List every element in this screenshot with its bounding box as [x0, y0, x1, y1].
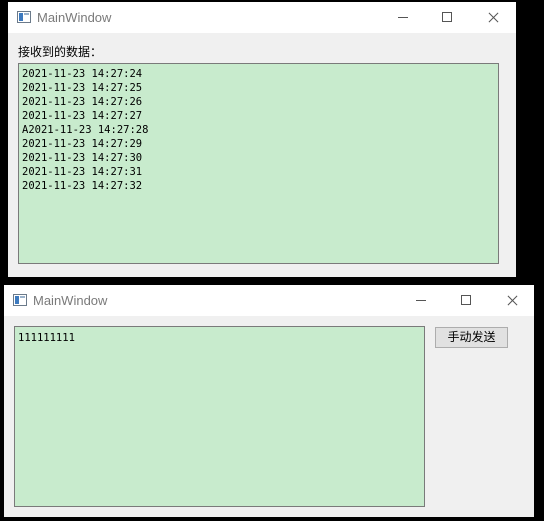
received-line: 2021-11-23 14:27:24: [22, 68, 143, 80]
window-title: MainWindow: [33, 293, 108, 308]
maximize-icon: [442, 12, 452, 22]
minimize-button[interactable]: [398, 285, 444, 316]
received-line: A2021-11-23 14:27:28: [22, 124, 149, 136]
close-icon: [489, 285, 535, 316]
minimize-icon: [416, 300, 426, 301]
maximize-button[interactable]: [424, 2, 470, 33]
minimize-icon: [398, 17, 408, 18]
title-bar[interactable]: MainWindow: [8, 2, 516, 33]
minimize-button[interactable]: [380, 2, 426, 33]
send-text-input[interactable]: 111111111: [14, 326, 425, 507]
title-bar[interactable]: MainWindow: [4, 285, 534, 316]
app-window-icon: [13, 294, 27, 306]
close-icon: [470, 2, 516, 33]
manual-send-button[interactable]: 手动发送: [435, 327, 508, 348]
main-window-receive: MainWindow 接收到的数据： 2021-11-23 14:27:24 2…: [8, 2, 516, 277]
received-line: 2021-11-23 14:27:31: [22, 166, 143, 178]
maximize-button[interactable]: [443, 285, 489, 316]
received-line: 2021-11-23 14:27:30: [22, 152, 143, 164]
received-data-textbox[interactable]: 2021-11-23 14:27:24 2021-11-23 14:27:25 …: [18, 63, 499, 264]
app-window-icon: [17, 11, 31, 23]
close-button[interactable]: [489, 285, 535, 316]
received-line: 2021-11-23 14:27:26: [22, 96, 143, 108]
close-button[interactable]: [470, 2, 516, 33]
main-window-send: MainWindow 111111111 手动发送: [4, 285, 534, 517]
received-data-label: 接收到的数据：: [18, 45, 103, 59]
received-line: 2021-11-23 14:27:25: [22, 82, 143, 94]
received-line: 2021-11-23 14:27:27: [22, 110, 143, 122]
input-text: 111111111: [18, 332, 75, 344]
window-title: MainWindow: [37, 10, 112, 25]
received-line: 2021-11-23 14:27:29: [22, 138, 143, 150]
received-line: 2021-11-23 14:27:32: [22, 180, 143, 192]
maximize-icon: [461, 295, 471, 305]
